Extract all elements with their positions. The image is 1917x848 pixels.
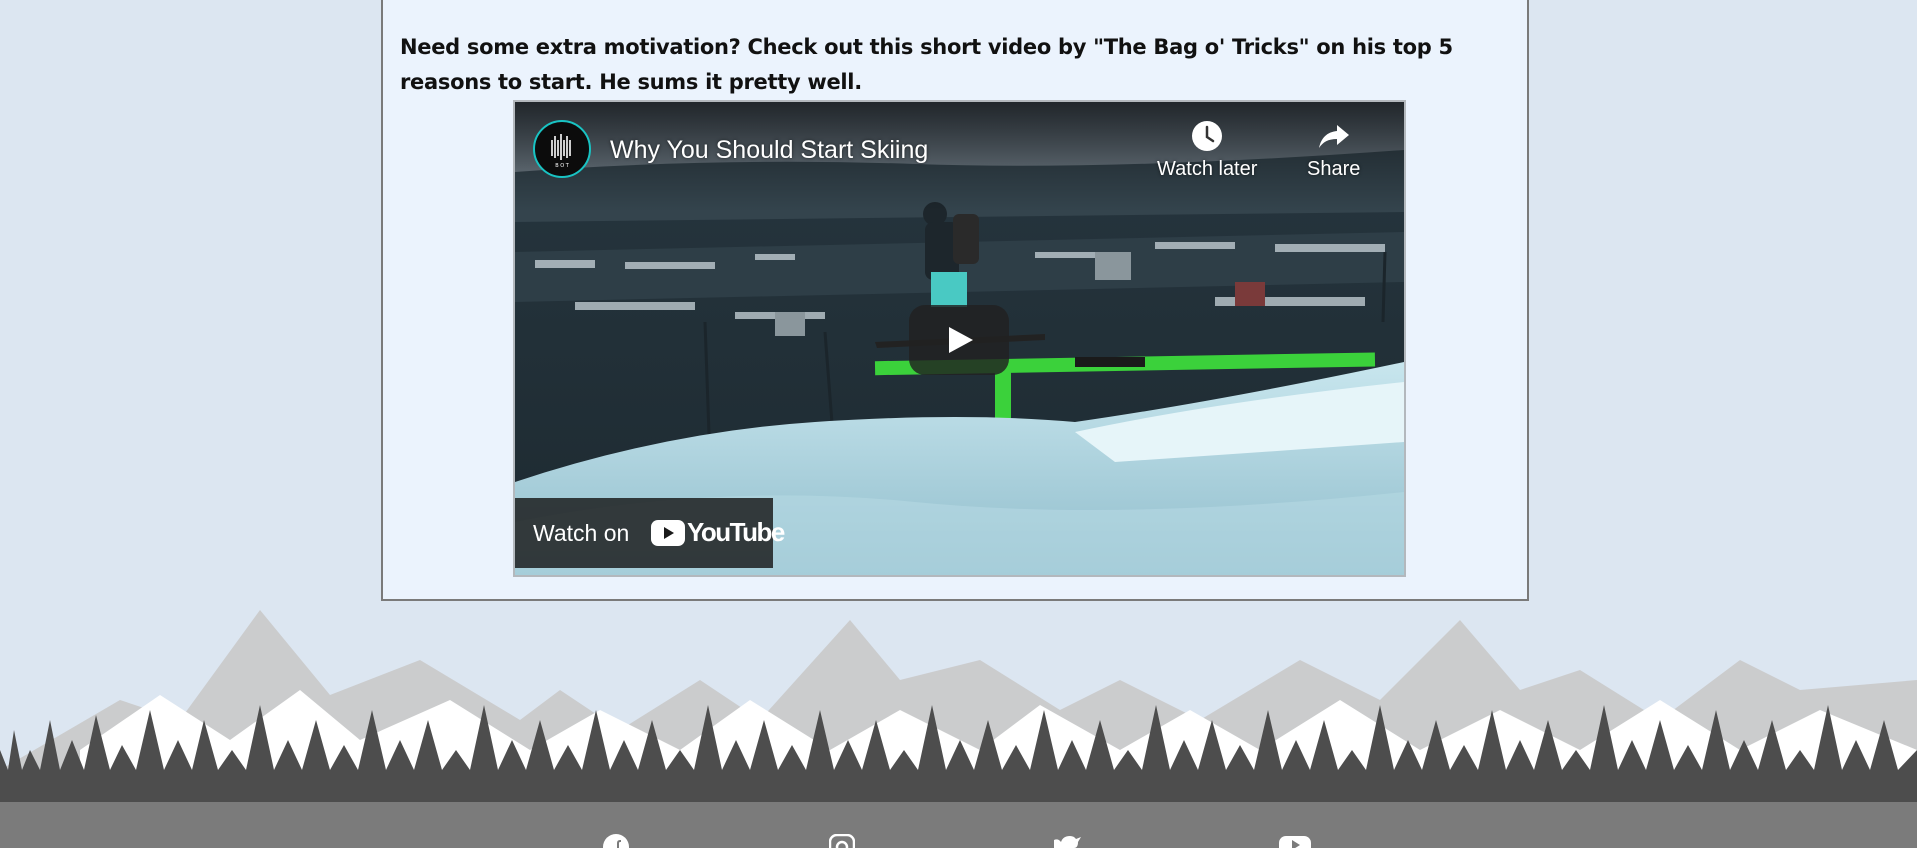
instagram-icon[interactable]: [829, 834, 855, 848]
facebook-icon[interactable]: [603, 834, 629, 848]
channel-avatar[interactable]: B O T: [533, 120, 591, 178]
mountain-forest-banner: [0, 610, 1917, 805]
watch-later-button[interactable]: Watch later: [1157, 120, 1257, 181]
youtube-icon[interactable]: [1279, 834, 1311, 848]
channel-logo-icon: B O T: [551, 134, 571, 169]
youtube-wordmark: YouTube: [687, 517, 785, 547]
intro-text: Need some extra motivation? Check out th…: [400, 35, 1453, 94]
video-title[interactable]: Why You Should Start Skiing: [610, 136, 928, 165]
share-icon: [1318, 125, 1349, 148]
youtube-logo-icon: [651, 520, 685, 546]
channel-avatar-text: B O T: [555, 163, 570, 169]
watch-later-label: Watch later: [1157, 158, 1258, 180]
footer-bar: [0, 802, 1917, 848]
play-button[interactable]: [909, 305, 1009, 375]
watch-on-label: Watch on: [533, 520, 630, 546]
clock-icon: [1192, 121, 1223, 151]
twitter-icon[interactable]: [1052, 834, 1082, 848]
video-embed[interactable]: B O T Why You Should Start Skiing Watch …: [513, 100, 1406, 577]
watch-on-youtube-button[interactable]: Watch on YouTube: [515, 498, 785, 568]
share-label: Share: [1307, 158, 1361, 180]
play-icon: [949, 327, 973, 353]
share-button[interactable]: Share: [1307, 120, 1360, 181]
